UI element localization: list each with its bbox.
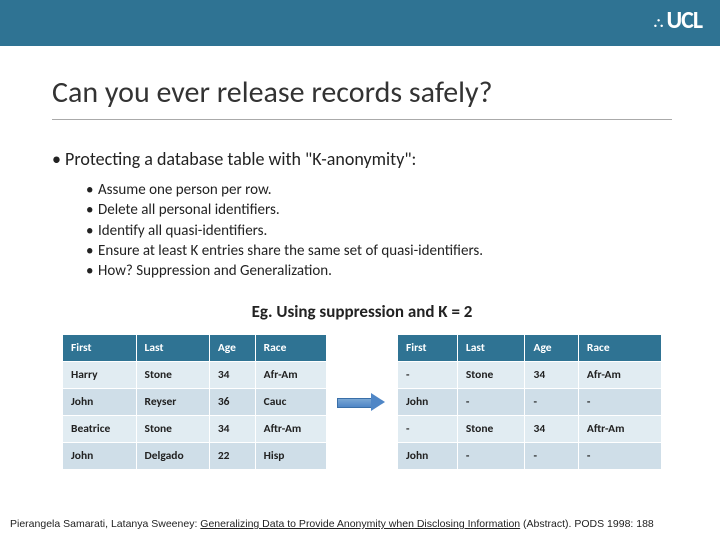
sub-bullet-list: Assume one person per row. Delete all pe…	[86, 180, 672, 281]
table-row: Beatrice Stone 34 Aftr-Am	[63, 416, 327, 443]
arrow-icon	[337, 395, 387, 409]
table-row: John Delgado 22 Hisp	[63, 443, 327, 470]
th: First	[63, 335, 137, 362]
th: First	[398, 335, 458, 362]
list-item: How? Suppression and Generalization.	[86, 261, 672, 281]
table-row: John - - -	[398, 443, 662, 470]
logo-text: UCL	[666, 6, 702, 35]
citation-venue: (Abstract). PODS 1998: 188	[520, 518, 654, 530]
citation-authors: Pierangela Samarati, Latanya Sweeney:	[10, 518, 200, 530]
th: Age	[209, 335, 255, 362]
table-left: First Last Age Race Harry Stone 34 Afr-A…	[62, 334, 327, 470]
main-bullet: • Protecting a database table with "K-an…	[52, 148, 672, 170]
example-caption: Eg. Using suppression and K = 2	[52, 301, 672, 322]
citation: Pierangela Samarati, Latanya Sweeney: Ge…	[10, 518, 710, 530]
slide-body: Can you ever release records safely? • P…	[0, 46, 720, 470]
main-bullet-text: Protecting a database table with "K-anon…	[65, 148, 416, 170]
th: Age	[525, 335, 578, 362]
list-item: Ensure at least K entries share the same…	[86, 241, 672, 261]
slide-title: Can you ever release records safely?	[52, 74, 672, 120]
th: Last	[457, 335, 525, 362]
table-right: First Last Age Race - Stone 34 Afr-Am Jo…	[397, 334, 662, 470]
header-bar: ⛬ UCL	[0, 0, 720, 46]
list-item: Identify all quasi-identifiers.	[86, 221, 672, 241]
table-row: John Reyser 36 Cauc	[63, 389, 327, 416]
table-row: - Stone 34 Aftr-Am	[398, 416, 662, 443]
portico-icon: ⛬	[654, 14, 663, 31]
th: Race	[255, 335, 326, 362]
table-row: Harry Stone 34 Afr-Am	[63, 362, 327, 389]
table-row: John - - -	[398, 389, 662, 416]
tables-row: First Last Age Race Harry Stone 34 Afr-A…	[52, 334, 672, 470]
ucl-logo: ⛬ UCL	[654, 6, 702, 35]
list-item: Assume one person per row.	[86, 180, 672, 200]
th: Race	[578, 335, 661, 362]
th: Last	[136, 335, 209, 362]
citation-title: Generalizing Data to Provide Anonymity w…	[200, 518, 520, 530]
table-row: - Stone 34 Afr-Am	[398, 362, 662, 389]
list-item: Delete all personal identifiers.	[86, 200, 672, 220]
